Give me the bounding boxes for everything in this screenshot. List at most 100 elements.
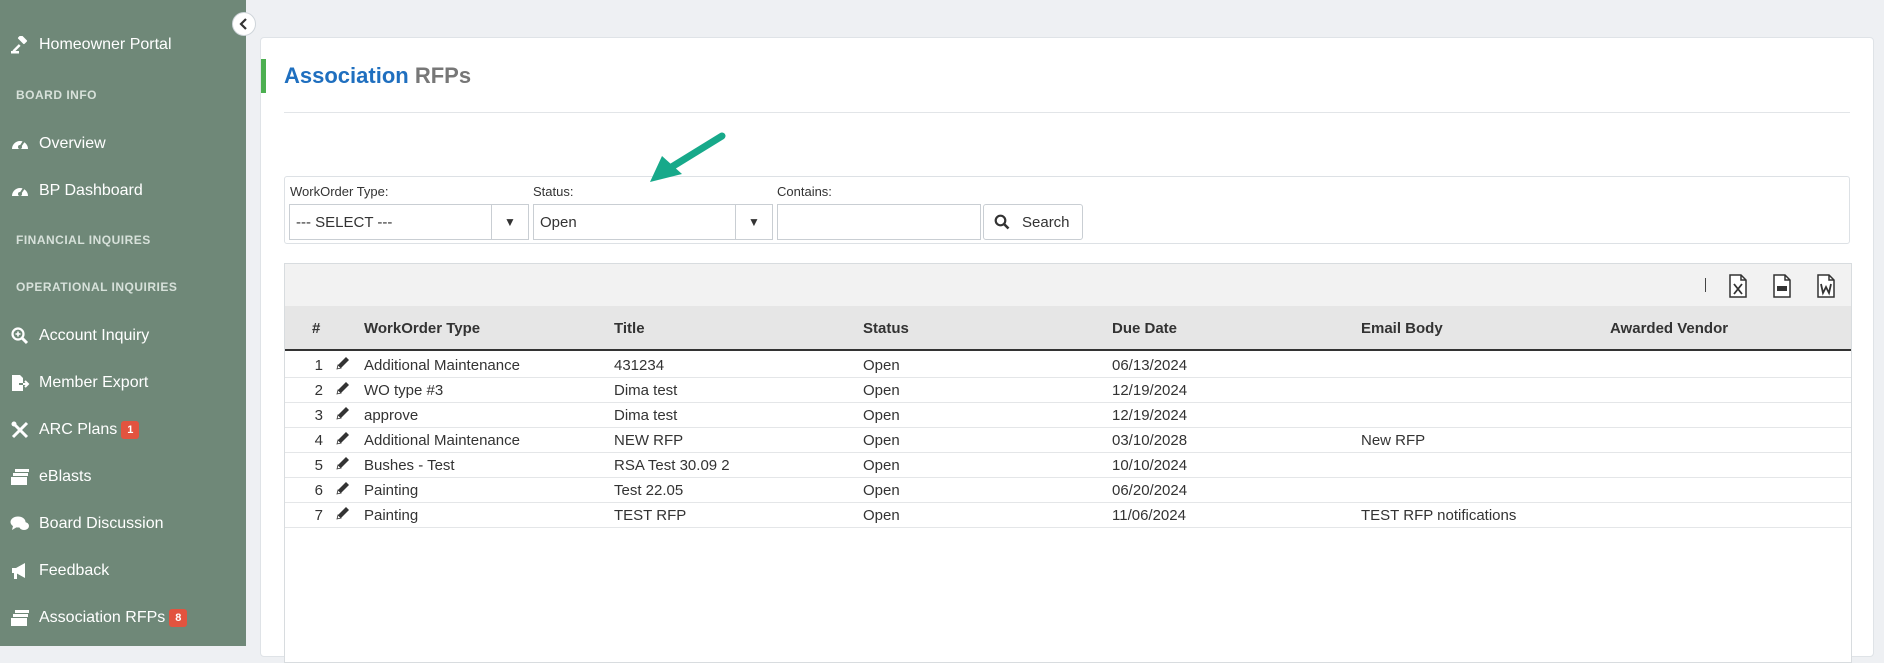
cell-due: 11/06/2024 [1112, 507, 1186, 524]
sidebar-item-arc-plans[interactable]: ARC Plans 1 [0, 410, 246, 450]
word-export-icon[interactable] [1815, 274, 1837, 298]
edit-pencil-icon[interactable] [335, 505, 351, 525]
edit-pencil-icon[interactable] [335, 480, 351, 500]
cell-status: Open [863, 432, 900, 449]
cell-status: Open [863, 457, 900, 474]
comments-icon [9, 513, 31, 535]
status-value: Open [540, 213, 577, 231]
count-badge: 1 [121, 421, 140, 439]
row-number: 3 [314, 407, 323, 424]
table-row[interactable]: 6 Painting Test 22.05 Open 06/20/2024 [285, 478, 1851, 503]
page-title-secondary: RFPs [414, 63, 472, 88]
sidebar-section-operational-inquiries: OPERATIONAL INQUIRIES [16, 280, 178, 294]
search-plus-icon [9, 325, 31, 347]
row-number: 2 [314, 382, 323, 399]
table-row[interactable]: 5 Bushes - Test RSA Test 30.09 2 Open 10/10/… [285, 453, 1851, 478]
dashboard-icon [9, 133, 31, 155]
sidebar-item-feedback[interactable]: Feedback [0, 551, 246, 591]
sidebar-item-label: Overview [39, 135, 106, 152]
dashboard-icon [9, 180, 31, 202]
excel-export-icon[interactable] [1727, 274, 1749, 298]
workorder-type-label: WorkOrder Type: [290, 184, 389, 199]
row-number: 4 [314, 432, 323, 449]
sidebar-item-label: Homeowner Portal [39, 36, 172, 53]
column-header[interactable]: Awarded Vendor [1610, 320, 1728, 337]
workorder-type-value: --- SELECT --- [296, 213, 393, 231]
export-icon [9, 372, 31, 394]
sidebar-item-label: Board Discussion [39, 515, 164, 532]
edit-pencil-icon[interactable] [335, 455, 351, 475]
cell-title: 431234 [614, 357, 665, 374]
megaphone-icon [9, 560, 31, 582]
column-header[interactable]: Status [863, 320, 909, 337]
dropdown-arrow-icon[interactable]: ▼ [735, 205, 772, 239]
status-select[interactable]: Open ▼ [533, 204, 773, 240]
column-header[interactable]: Due Date [1112, 320, 1177, 337]
sidebar-item-account-inquiry[interactable]: Account Inquiry [0, 316, 246, 356]
sidebar-item-eblasts[interactable]: eBlasts [0, 457, 246, 497]
toolbar-separator [1705, 278, 1706, 292]
column-header[interactable]: Email Body [1361, 320, 1443, 337]
sidebar-collapse-button[interactable] [232, 12, 256, 36]
edit-pencil-icon[interactable] [335, 405, 351, 425]
row-number: 7 [314, 507, 323, 524]
sidebar-item-member-export[interactable]: Member Export [0, 363, 246, 403]
contains-input[interactable] [777, 204, 981, 240]
cell-email: New RFP [1361, 432, 1426, 449]
cell-type: Painting [364, 507, 419, 524]
divider [284, 112, 1850, 113]
top-strip [246, 0, 1884, 6]
csv-export-icon[interactable] [1771, 274, 1793, 298]
cell-title: Dima test [614, 407, 678, 424]
sidebar: Homeowner Portal BOARD INFO Overview BP … [0, 0, 256, 646]
table-row[interactable]: 4 Additional Maintenance NEW RFP Open 03/10/… [285, 428, 1851, 453]
table-toolbar [285, 264, 1851, 306]
edit-pencil-icon[interactable] [335, 380, 351, 400]
row-number: 5 [314, 457, 323, 474]
dropdown-arrow-icon[interactable]: ▼ [491, 205, 528, 239]
sidebar-item-label: BP Dashboard [39, 182, 143, 199]
chevron-left-icon [239, 18, 247, 30]
column-header[interactable]: WorkOrder Type [364, 320, 480, 337]
mail-stack-icon [9, 466, 31, 488]
tools-icon [9, 419, 31, 441]
edit-pencil-icon[interactable] [335, 355, 351, 375]
workorder-type-select[interactable]: --- SELECT --- ▼ [289, 204, 529, 240]
cell-title: Test 22.05 [614, 482, 684, 499]
sidebar-item-label: Feedback [39, 562, 110, 579]
sidebar-item-board-discussion[interactable]: Board Discussion [0, 504, 246, 544]
cell-type: Additional Maintenance [364, 357, 520, 374]
cell-due: 12/19/2024 [1112, 382, 1188, 399]
sidebar-item-label: Association RFPs [39, 609, 166, 626]
sidebar-item-label: Member Export [39, 374, 149, 391]
cell-type: approve [364, 407, 419, 424]
edit-pencil-icon[interactable] [335, 430, 351, 450]
cell-due: 10/10/2024 [1112, 457, 1188, 474]
cell-title: Dima test [614, 382, 678, 399]
cell-status: Open [863, 507, 900, 524]
column-header[interactable]: # [312, 320, 320, 337]
sidebar-item-label: ARC Plans [39, 421, 118, 438]
table-row[interactable]: 7 Painting TEST RFP Open 11/06/2024 TEST RFP … [285, 503, 1851, 528]
table-header: # WorkOrder Type Title Status Due Date E… [285, 306, 1851, 351]
cell-type: Painting [364, 482, 419, 499]
sidebar-item-label: Account Inquiry [39, 327, 150, 344]
count-badge: 8 [169, 609, 188, 627]
sidebar-item-label: eBlasts [39, 468, 92, 485]
row-number: 1 [314, 357, 323, 374]
sidebar-item-overview[interactable]: Overview [0, 124, 246, 164]
sidebar-item-homeowner-portal[interactable]: Homeowner Portal [0, 25, 246, 65]
cell-title: RSA Test 30.09 2 [614, 457, 730, 474]
table-row[interactable]: 1 Additional Maintenance 431234 Open 06/13/2… [285, 353, 1851, 378]
cell-due: 12/19/2024 [1112, 407, 1188, 424]
search-button[interactable]: Search [983, 204, 1083, 240]
column-header[interactable]: Title [614, 320, 645, 337]
table-row[interactable]: 3 approve Dima test Open 12/19/2024 [285, 403, 1851, 428]
sidebar-item-association-rfps[interactable]: Association RFPs 8 [0, 598, 246, 638]
cell-title: NEW RFP [614, 432, 684, 449]
search-icon [994, 214, 1010, 230]
sidebar-item-bp-dashboard[interactable]: BP Dashboard [0, 171, 246, 211]
cell-status: Open [863, 382, 900, 399]
table-row[interactable]: 2 WO type #3 Dima test Open 12/19/2024 [285, 378, 1851, 403]
cell-type: WO type #3 [364, 382, 444, 399]
